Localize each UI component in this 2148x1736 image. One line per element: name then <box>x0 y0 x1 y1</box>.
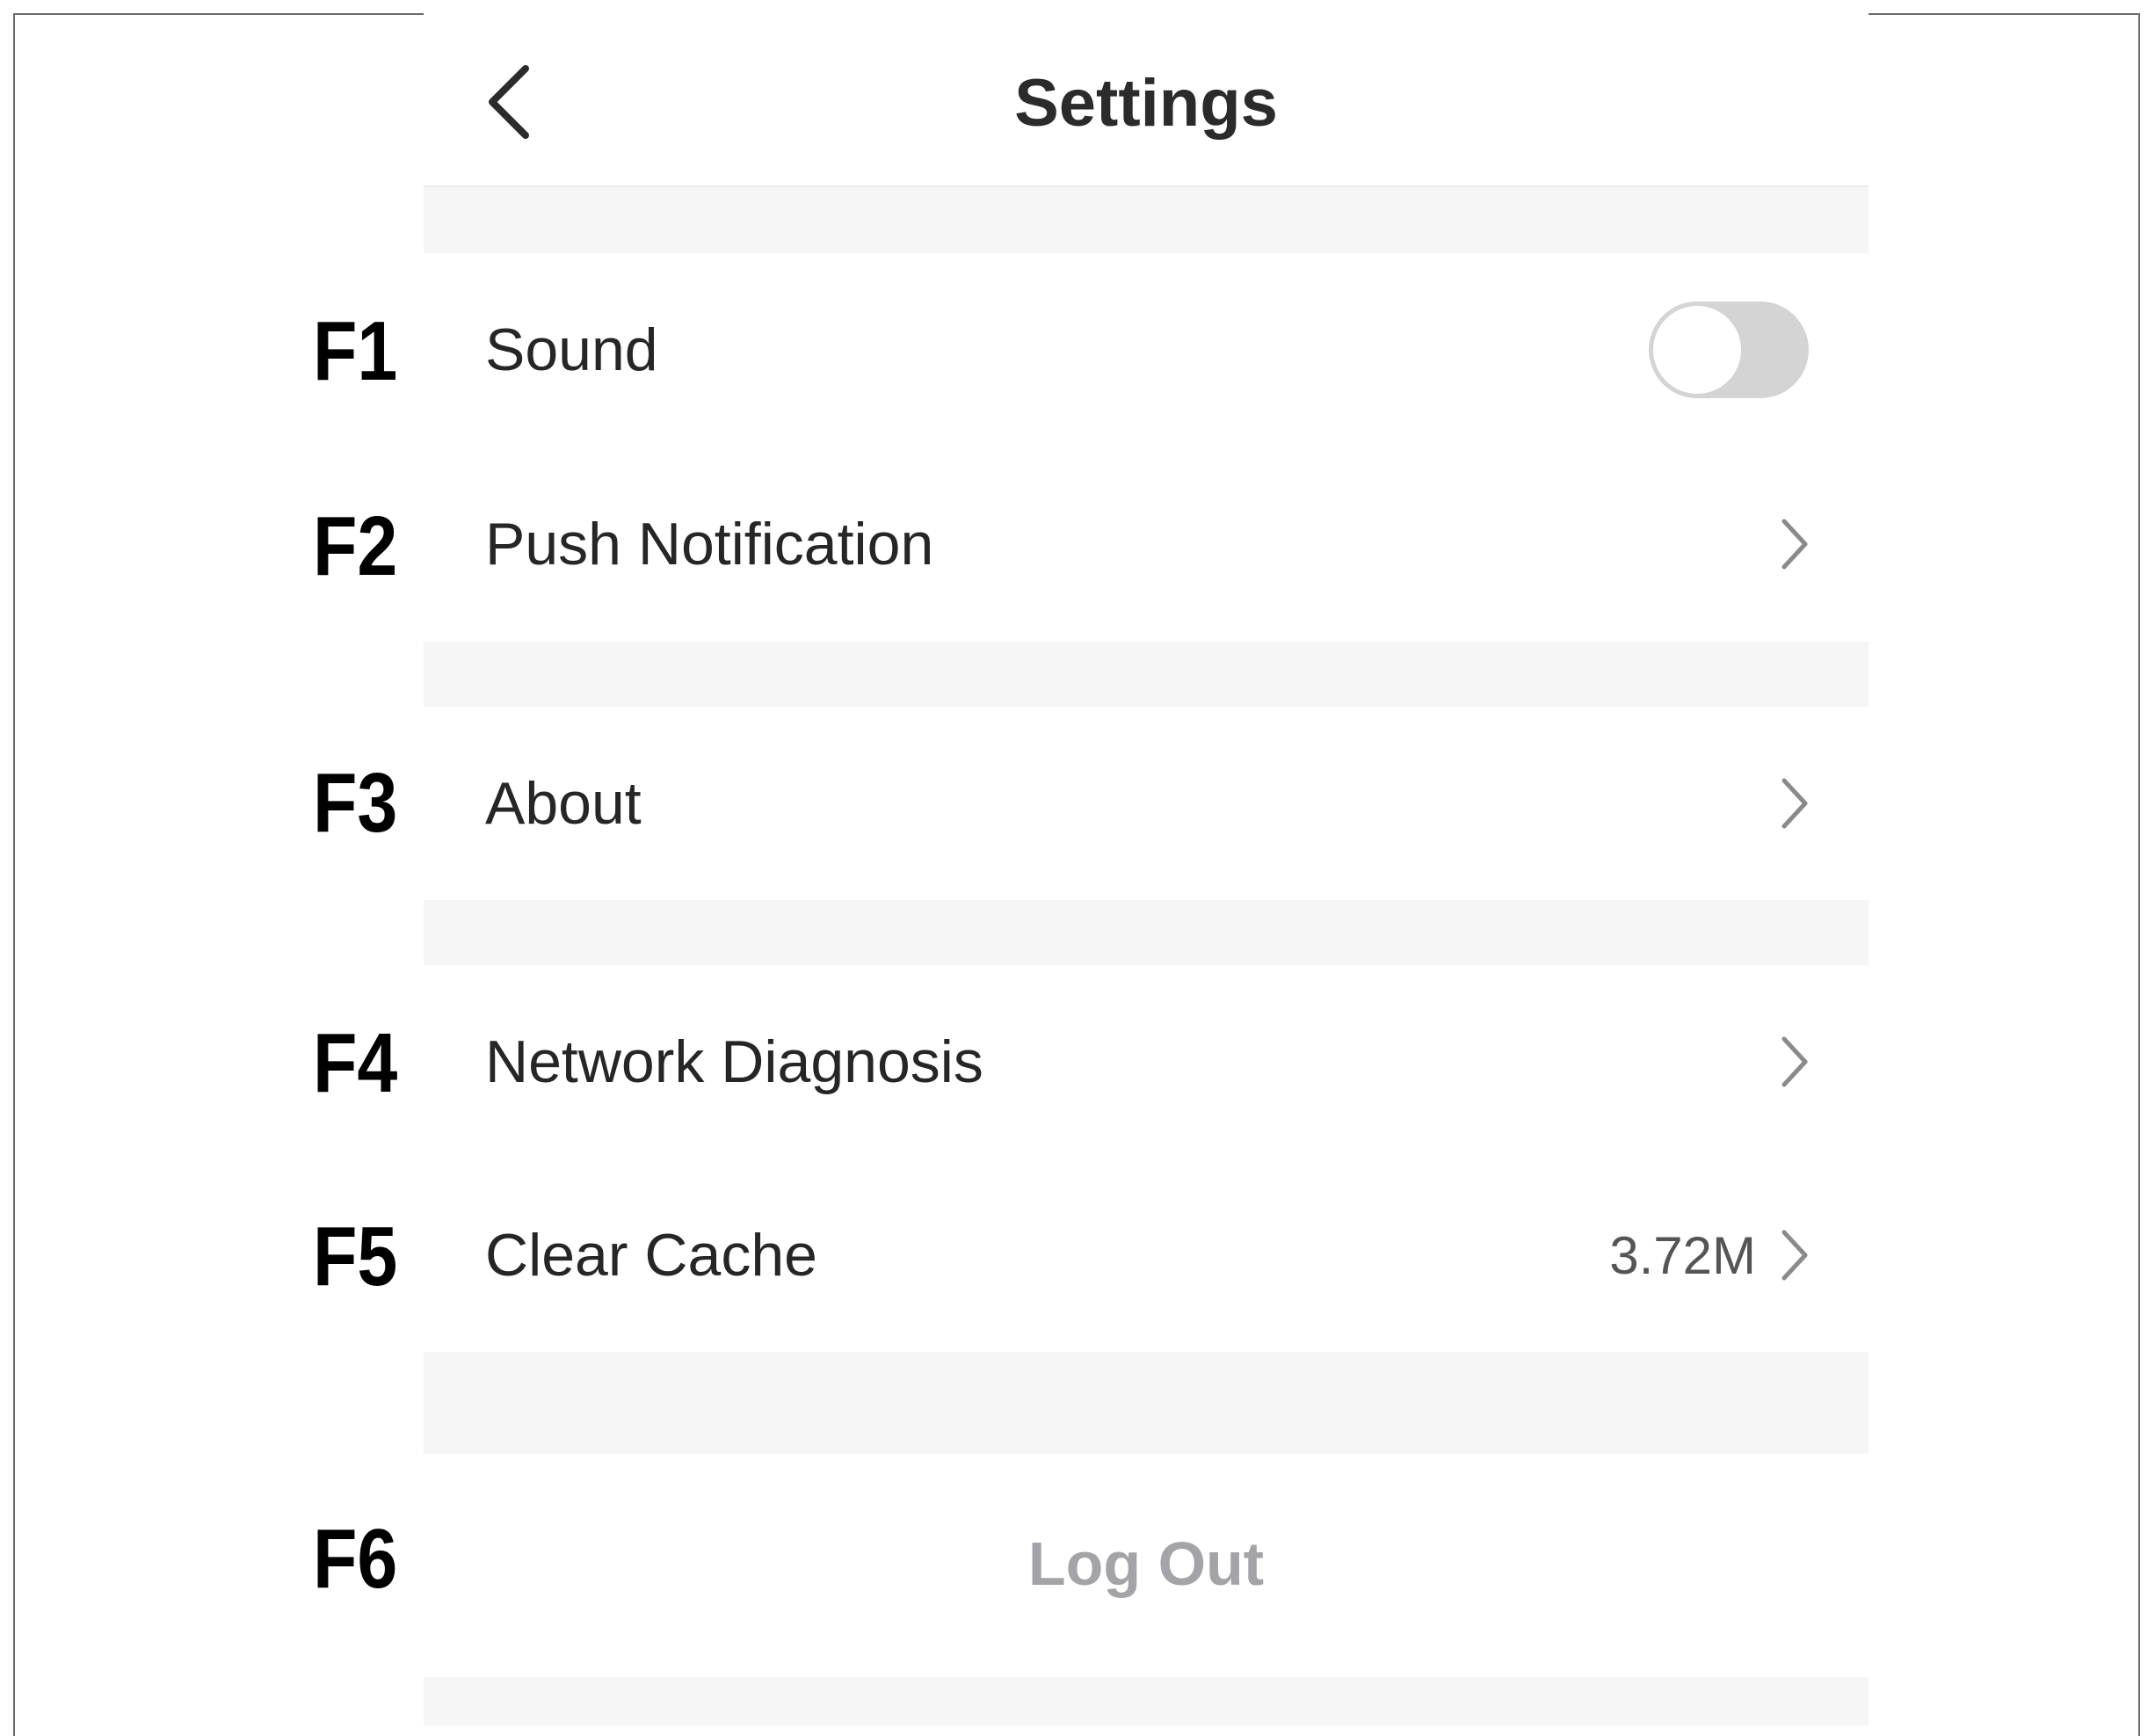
about-row[interactable]: About <box>424 707 1869 900</box>
section-divider <box>424 187 1869 253</box>
chevron-right-icon <box>1777 1227 1812 1283</box>
toggle-knob <box>1653 306 1741 394</box>
section-divider <box>424 1677 1869 1725</box>
annotation-f2: F2 <box>313 499 398 593</box>
push-notification-label: Push Notification <box>485 511 934 577</box>
network-diagnosis-label: Network Diagnosis <box>485 1028 983 1095</box>
annotation-f4: F4 <box>313 1016 398 1110</box>
chevron-right-icon <box>1777 516 1812 572</box>
annotation-f5: F5 <box>313 1209 398 1304</box>
clear-cache-label: Clear Cache <box>485 1222 817 1289</box>
chevron-right-icon <box>1777 775 1812 832</box>
cache-size-value: 3.72M <box>1609 1225 1756 1285</box>
logout-button[interactable]: Log Out <box>424 1454 1869 1674</box>
annotation-f6: F6 <box>313 1512 398 1606</box>
clear-cache-row[interactable]: Clear Cache 3.72M <box>424 1159 1869 1352</box>
page-title: Settings <box>1014 66 1278 141</box>
chevron-right-icon <box>1777 1034 1812 1090</box>
network-diagnosis-row[interactable]: Network Diagnosis <box>424 965 1869 1159</box>
header-bar: Settings <box>424 0 1869 187</box>
sound-row: Sound <box>424 253 1869 447</box>
sound-toggle[interactable] <box>1649 301 1809 398</box>
settings-screen: Settings Sound Push Notification About N… <box>424 0 1869 1725</box>
annotation-f1: F1 <box>313 304 398 398</box>
section-divider <box>424 900 1869 965</box>
section-divider <box>424 642 1869 707</box>
sound-label: Sound <box>485 316 658 383</box>
annotation-f3: F3 <box>313 756 398 850</box>
section-divider <box>424 1352 1869 1454</box>
push-notification-row[interactable]: Push Notification <box>424 447 1869 642</box>
about-label: About <box>485 770 642 837</box>
